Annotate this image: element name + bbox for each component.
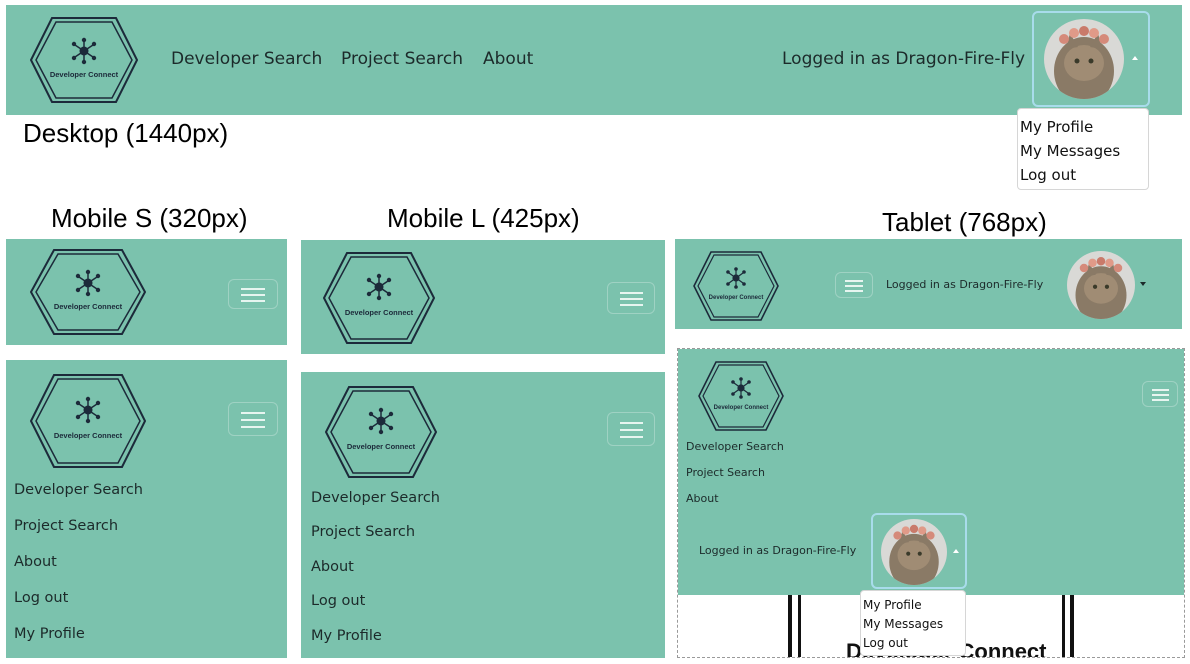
dropdown-menu-desktop: My Profile My Messages Log out [1017,108,1149,190]
network-logo-icon: Developer Connect [323,252,435,344]
content-stripe [1070,595,1074,657]
caption-desktop: Desktop (1440px) [23,118,229,148]
nav-project-search[interactable]: Project Search [311,524,415,540]
caption-mobile-s: Mobile S (320px) [51,203,248,233]
logo[interactable]: Developer Connect [30,374,146,468]
nav-about[interactable]: About [483,49,533,69]
mobile-s-navbar-expanded: Developer Connect Developer Search Proje… [6,360,287,658]
hamburger-button[interactable] [1142,381,1178,407]
logo-text: Developer Connect [347,442,416,451]
hamburger-button[interactable] [228,279,278,309]
logged-in-text: Logged in as Dragon-Fire-Fly [886,278,1044,291]
avatar-cat-photo [1044,19,1124,99]
dropdown-item-my-messages[interactable]: My Messages [863,615,963,634]
avatar [881,519,947,585]
hamburger-icon [1151,389,1169,391]
dropdown-menu-tablet: My Profile My Messages Log out [860,590,966,656]
avatar[interactable] [1067,251,1135,319]
network-logo-icon: Developer Connect [325,386,437,478]
logo-text: Developer Connect [54,431,123,440]
mobile-l-navbar-expanded: Developer Connect Developer Search Proje… [301,372,665,658]
network-logo-icon: Developer Connect [693,251,779,321]
hamburger-icon [619,292,643,294]
nav-developer-search[interactable]: Developer Search [171,49,322,69]
mobile-l-navbar-collapsed: Developer Connect [301,240,665,354]
network-logo-icon: Developer Connect [30,17,138,103]
hamburger-button[interactable] [228,402,278,436]
nav-about[interactable]: About [14,554,57,570]
mobile-s-navbar-collapsed: Developer Connect [6,239,287,345]
tablet-navbar-collapsed: Developer Connect Logged in as Dragon-Fi… [675,239,1182,329]
tablet-navbar-expanded: Developer Connect Developer Search Proje… [678,349,1184,595]
caption-tablet: Tablet (768px) [882,207,1047,237]
logo-text: Developer Connect [709,295,764,301]
dropdown-item-log-out[interactable]: Log out [863,634,963,653]
nav-developer-search[interactable]: Developer Search [686,440,784,453]
logo[interactable]: Developer Connect [693,251,779,321]
logo[interactable]: Developer Connect [30,249,146,335]
logo[interactable]: Developer Connect [323,252,435,344]
caption-mobile-l: Mobile L (425px) [387,203,580,233]
content-stripe [788,595,792,657]
nav-about[interactable]: About [686,492,719,505]
dropdown-item-my-profile[interactable]: My Profile [863,596,963,615]
logo[interactable]: Developer Connect [325,386,437,478]
logged-in-text: Logged in as Dragon-Fire-Fly [699,544,857,557]
hamburger-icon [241,288,265,290]
hamburger-button[interactable] [607,412,655,446]
logo-text: Developer Connect [54,302,123,311]
logo-text: Developer Connect [714,405,769,411]
nav-project-search[interactable]: Project Search [341,49,463,69]
logged-in-text: Logged in as Dragon-Fire-Fly [782,49,1026,69]
nav-project-search[interactable]: Project Search [686,466,765,479]
network-logo-icon: Developer Connect [30,374,146,468]
hamburger-icon [241,412,265,414]
dropdown-item-log-out[interactable]: Log out [1020,163,1146,187]
logo-text: Developer Connect [345,308,414,317]
nav-log-out[interactable]: Log out [14,590,68,606]
nav-developer-search[interactable]: Developer Search [14,482,143,498]
logo-text: Developer Connect [50,70,119,79]
caret-icon [1132,56,1138,60]
avatar-cat-photo [881,519,947,585]
content-stripe [1062,595,1065,657]
logo[interactable]: Developer Connect [30,17,138,103]
avatar-cat-photo [1067,251,1135,319]
dropdown-item-my-messages[interactable]: My Messages [1020,139,1146,163]
nav-project-search[interactable]: Project Search [14,518,118,534]
network-logo-icon: Developer Connect [30,249,146,335]
desktop-navbar: Developer Connect Developer Search Proje… [6,5,1182,115]
avatar-button[interactable] [1032,11,1150,107]
logo[interactable]: Developer Connect [698,361,784,431]
nav-about[interactable]: About [311,559,354,575]
caret-icon [953,549,959,553]
nav-my-profile[interactable]: My Profile [311,628,382,644]
nav-developer-search[interactable]: Developer Search [311,490,440,506]
nav-log-out[interactable]: Log out [311,593,365,609]
hamburger-button[interactable] [607,282,655,314]
avatar [1044,19,1124,99]
dropdown-item-my-profile[interactable]: My Profile [1020,115,1146,139]
hamburger-icon [845,280,863,282]
caret-icon[interactable] [1140,282,1146,286]
avatar-button[interactable] [871,513,967,589]
nav-my-profile[interactable]: My Profile [14,626,85,642]
tablet-expanded-frame: Developer Connect Developer Search Proje… [677,348,1185,658]
hamburger-button[interactable] [835,272,873,298]
network-logo-icon: Developer Connect [698,361,784,431]
content-stripe [798,595,801,657]
hamburger-icon [619,422,643,424]
